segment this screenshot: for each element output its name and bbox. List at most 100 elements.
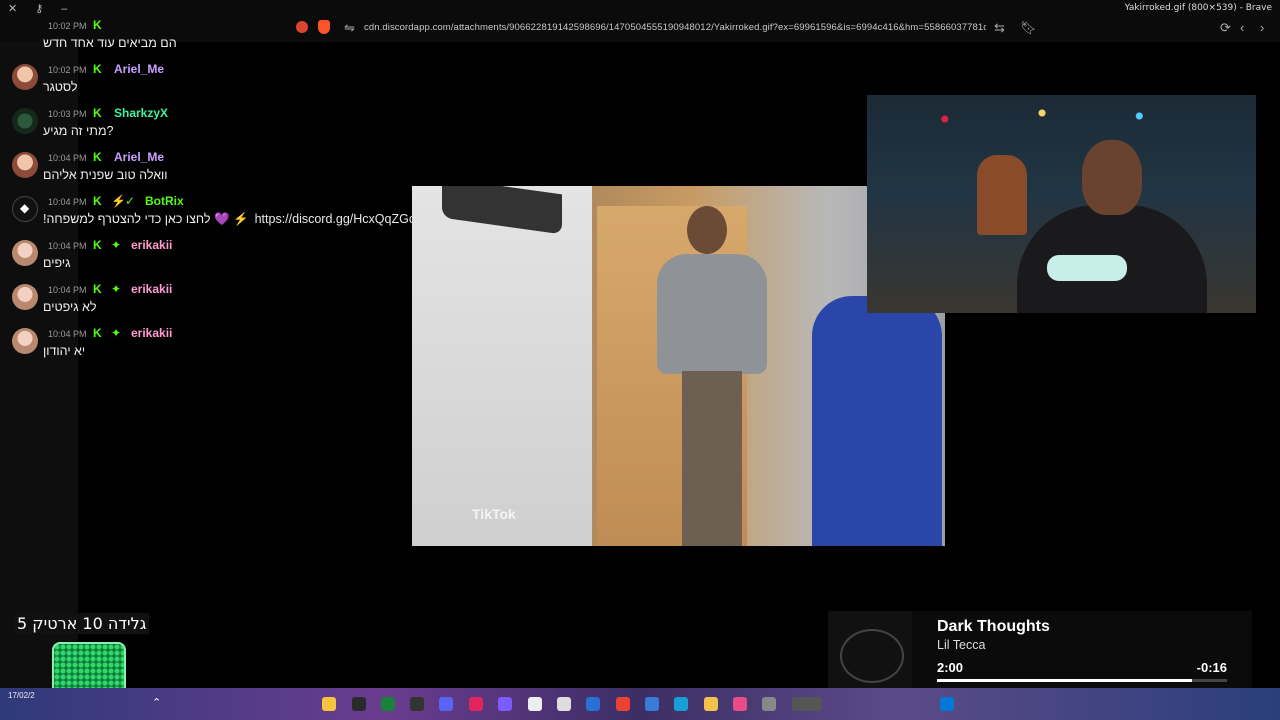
message-text: לסטגר: [43, 80, 78, 94]
avatar: [12, 328, 38, 354]
window-controls: ✕ ⚷ –: [8, 2, 85, 15]
reload-icon[interactable]: ⟳: [1220, 20, 1231, 36]
forward-icon[interactable]: ›: [1260, 20, 1264, 35]
close-icon[interactable]: ✕: [8, 3, 17, 15]
discord-icon[interactable]: [439, 697, 453, 711]
chat-message: 10:04 PM K ✦ erikakii יא יהודון: [0, 324, 440, 364]
kick-badge-icon: K: [93, 18, 102, 32]
album-art: [828, 611, 912, 695]
message-text: !לחצו כאן כדי להצטרף למשפחה 💜 ⚡ https://d…: [43, 212, 434, 226]
progress-fill: [937, 679, 1193, 682]
minimize-icon[interactable]: –: [61, 3, 67, 15]
artist-name: Lil Tecca: [937, 638, 986, 652]
kick-badge-icon: K: [93, 238, 102, 252]
avatar: [12, 240, 38, 266]
chat-message: 10:03 PM K SharkzyX מתי זה מגיע?: [0, 104, 440, 144]
app-icon[interactable]: [469, 697, 483, 711]
chat-message: 10:04 PM K ⚡ ✓ BotRix !לחצו כאן כדי להצט…: [0, 192, 440, 232]
message-text: הם מביאים עוד אחד חדש: [43, 36, 177, 50]
chat-message: 10:04 PM K Ariel_Me וואלה טוב שפנית אליה…: [0, 148, 440, 188]
edge-icon[interactable]: [674, 697, 688, 711]
avatar: [12, 152, 38, 178]
windows-start-icon[interactable]: [940, 697, 954, 711]
dancing-kid: [647, 206, 767, 546]
app-icon[interactable]: [322, 697, 336, 711]
remaining-time: -0:16: [1196, 660, 1227, 675]
message-text: מתי זה מגיע?: [43, 124, 114, 138]
app-icon[interactable]: [498, 697, 512, 711]
kick-badge-icon: K: [93, 106, 102, 120]
bot-badge-icon: ⚡: [111, 194, 126, 208]
message-username: Ariel_Me: [114, 62, 165, 76]
song-title: Dark Thoughts: [937, 618, 1050, 635]
message-time: 10:02 PM: [48, 65, 87, 75]
now-playing-widget: Dark Thoughts Lil Tecca 2:00 -0:16: [828, 611, 1252, 695]
donation-goal-text: גלידה 10 ארטיק 5: [14, 613, 150, 634]
share-icon[interactable]: ⇆: [994, 20, 1005, 36]
address-bar[interactable]: cdn.discordapp.com/attachments/906622819…: [364, 22, 986, 33]
key-icon[interactable]: ⚷: [35, 3, 43, 15]
folder-icon[interactable]: [704, 697, 718, 711]
avatar: [12, 284, 38, 310]
streamer: [1017, 135, 1207, 313]
verified-badge-icon: ✓: [125, 194, 136, 208]
video-wall: [412, 186, 592, 546]
message-time: 10:04 PM: [48, 153, 87, 163]
message-username: SharkzyX: [114, 106, 169, 120]
second-kid: [812, 296, 942, 546]
kick-badge-icon: K: [93, 194, 102, 208]
taskbar: 17/02/2 ⌃: [0, 688, 1280, 720]
app-icon[interactable]: [528, 697, 542, 711]
kick-badge-icon: K: [93, 282, 102, 296]
store-icon[interactable]: [645, 697, 659, 711]
message-username: erikakii: [131, 326, 173, 340]
kick-badge-icon: K: [93, 326, 102, 340]
app-icon[interactable]: [762, 697, 776, 711]
app-icon[interactable]: [733, 697, 747, 711]
tiktok-watermark: TikTok: [472, 506, 516, 522]
message-time: 10:04 PM: [48, 241, 87, 251]
message-text: לא גיפטים: [43, 300, 97, 314]
taskbar-date: 17/02/2: [8, 691, 35, 700]
discord-link[interactable]: https://discord.gg/HcxQqZGcRH: [255, 212, 434, 226]
app-icon[interactable]: [352, 697, 366, 711]
avatar: [12, 108, 38, 134]
message-time: 10:03 PM: [48, 109, 87, 119]
message-time: 10:04 PM: [48, 285, 87, 295]
message-text: יא יהודון: [43, 344, 86, 358]
chrome-icon[interactable]: [616, 697, 630, 711]
message-username: erikakii: [131, 282, 173, 296]
star-badge-icon: ✦: [111, 238, 122, 252]
chat-message: 10:04 PM K ✦ erikakii לא גיפטים: [0, 280, 440, 320]
avatar: [12, 196, 38, 222]
star-badge-icon: ✦: [111, 326, 122, 340]
kick-badge-icon: K: [93, 62, 102, 76]
star-badge-icon: ✦: [111, 282, 122, 296]
chat-message: 10:02 PM K Ariel_Me לסטגר: [0, 60, 440, 100]
webcam-feed: [867, 95, 1256, 313]
chat-message: 10:02 PM K הם מביאים עוד אחד חדש: [0, 16, 440, 56]
elapsed-time: 2:00: [937, 660, 964, 675]
message-time: 10:04 PM: [48, 329, 87, 339]
message-username: erikakii: [131, 238, 173, 252]
message-time: 10:04 PM: [48, 197, 87, 207]
message-time: 10:02 PM: [48, 21, 87, 31]
message-text: וואלה טוב שפנית אליהם: [43, 168, 168, 182]
window-title: Yakirroked.gif (800×539) - Brave: [1124, 3, 1272, 13]
chevron-up-icon[interactable]: ⌃: [152, 696, 161, 709]
app-icon[interactable]: [792, 697, 822, 711]
message-username: BotRix: [145, 194, 184, 208]
app-icon[interactable]: [381, 697, 395, 711]
message-username: Ariel_Me: [114, 150, 165, 164]
back-icon[interactable]: ‹: [1240, 20, 1244, 35]
chat-message: 10:04 PM K ✦ erikakii גיפים: [0, 236, 440, 276]
gif-image[interactable]: TikTok: [412, 186, 945, 546]
avatar: [12, 64, 38, 90]
app-icon[interactable]: [586, 697, 600, 711]
app-icon[interactable]: [410, 697, 424, 711]
chatgpt-icon[interactable]: [557, 697, 571, 711]
message-text: גיפים: [43, 256, 71, 270]
progress-bar: [937, 679, 1227, 682]
kick-badge-icon: K: [93, 150, 102, 164]
bookmark-icon[interactable]: 🔖︎: [1020, 20, 1037, 36]
